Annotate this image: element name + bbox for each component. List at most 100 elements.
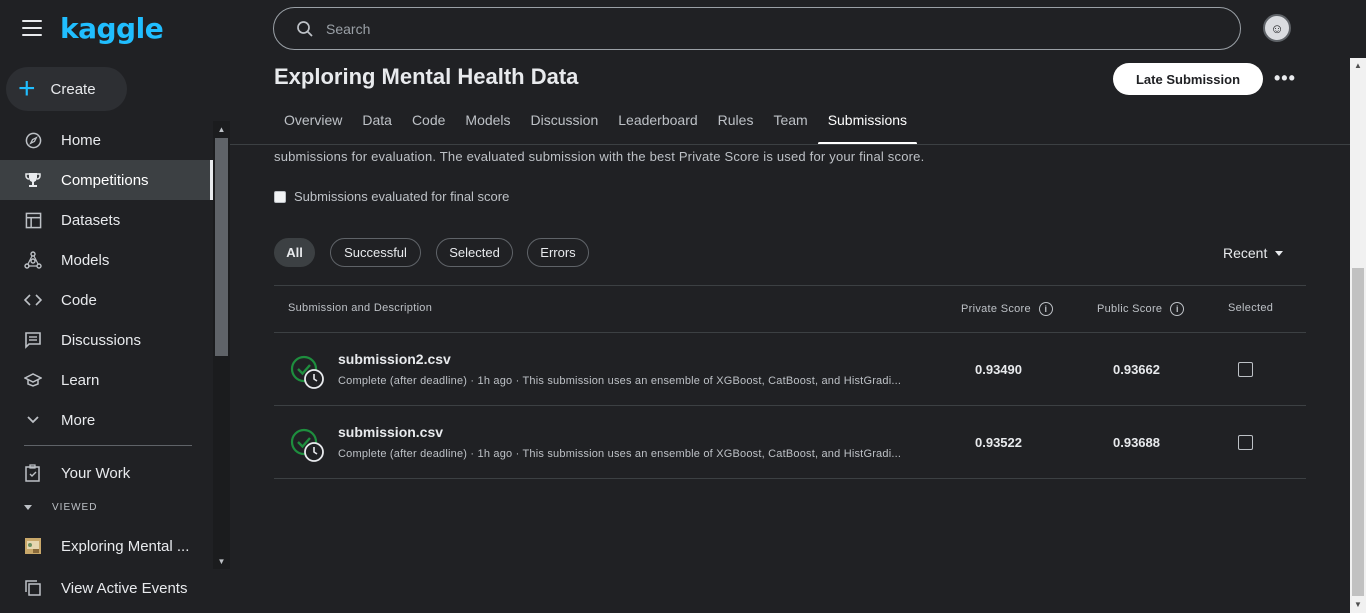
sidebar: kaggle + Create Home Competitions Datase… [0,0,230,613]
viewed-header[interactable]: VIEWED [24,502,97,513]
sidebar-item-label: Your Work [61,464,131,482]
sidebar-item-discussions[interactable]: Discussions [0,320,213,360]
more-options-icon[interactable]: ••• [1274,68,1296,89]
tab-overview[interactable]: Overview [274,112,352,143]
submissions-description: submissions for evaluation. The evaluate… [274,149,925,164]
competition-thumbnail-icon [24,537,42,555]
caret-down-icon [24,505,32,510]
tab-rules[interactable]: Rules [708,112,764,143]
filter-successful[interactable]: Successful [330,238,421,267]
discussion-icon [24,331,42,349]
scroll-down-icon[interactable]: ▼ [1350,597,1366,611]
page-scrollbar-thumb[interactable] [1352,268,1364,596]
filter-errors[interactable]: Errors [527,238,589,267]
tab-team[interactable]: Team [763,112,817,143]
sidebar-item-your-work[interactable]: Your Work [0,453,213,493]
avatar[interactable]: ☺ [1263,14,1291,42]
create-label: Create [50,80,96,98]
sidebar-item-label: More [61,411,96,429]
column-header-private-score: Private Score i [961,302,1053,316]
selected-checkbox[interactable] [1238,362,1253,377]
private-score: 0.93522 [975,435,1022,450]
tabs-divider [230,144,1350,145]
tab-submissions[interactable]: Submissions [817,112,918,145]
scroll-down-icon[interactable]: ▼ [213,554,230,569]
success-pending-icon [290,428,324,462]
models-icon [24,251,42,269]
sort-dropdown[interactable]: Recent [1223,245,1284,261]
sidebar-item-code[interactable]: Code [0,280,213,320]
info-icon[interactable]: i [1170,302,1185,316]
sort-label: Recent [1223,245,1268,261]
late-submission-button[interactable]: Late Submission [1113,63,1263,95]
sidebar-item-label: Code [61,291,97,309]
sidebar-item-datasets[interactable]: Datasets [0,200,213,240]
public-score: 0.93688 [1113,435,1160,450]
search-bar[interactable]: Search [273,7,1241,50]
caret-down-icon [1275,250,1284,256]
table-icon [24,211,42,229]
filter-all[interactable]: All [274,238,315,267]
submissions-table: Submission and Description Private Score… [274,285,1306,479]
tab-discussion[interactable]: Discussion [521,112,609,143]
sidebar-item-label: View Active Events [61,579,188,597]
sidebar-item-label: Home [61,131,102,149]
search-icon [297,20,313,37]
sidebar-nav: Home Competitions Datasets Models Code D… [0,120,213,440]
filter-selected[interactable]: Selected [436,238,513,267]
public-score: 0.93662 [1113,362,1160,377]
plus-icon: + [18,72,36,105]
final-score-label: Submissions evaluated for final score [294,189,510,204]
competition-tabs: Overview Data Code Models Discussion Lea… [274,112,918,145]
menu-icon[interactable] [22,20,42,36]
tab-data[interactable]: Data [352,112,402,143]
sidebar-item-label: Models [61,251,110,269]
column-header-selected: Selected [1228,302,1273,314]
sidebar-item-home[interactable]: Home [0,120,213,160]
submission-meta: Complete (after deadline) · 1h ago · Thi… [338,375,902,387]
column-header-submission: Submission and Description [288,302,432,314]
tab-code[interactable]: Code [402,112,455,143]
sidebar-item-learn[interactable]: Learn [0,360,213,400]
sidebar-item-label: Exploring Mental ... [61,537,190,555]
column-header-label: Selected [1228,302,1274,314]
final-score-filter[interactable]: Submissions evaluated for final score [274,189,509,204]
sidebar-item-more[interactable]: More [0,400,213,440]
table-row[interactable]: submission.csv Complete (after deadline)… [274,406,1306,479]
scroll-up-icon[interactable]: ▲ [213,122,230,137]
sidebar-item-competitions[interactable]: Competitions [0,160,213,200]
tab-models[interactable]: Models [455,112,520,143]
success-pending-icon [290,355,324,389]
filter-chips: All Successful Selected Errors [274,238,589,267]
chevron-down-icon [24,411,42,429]
sidebar-scrollbar-thumb[interactable] [215,138,228,356]
sidebar-item-viewed-competition[interactable]: Exploring Mental ... [0,527,213,565]
column-header-label: Private Score [961,303,1031,315]
sidebar-item-models[interactable]: Models [0,240,213,280]
create-button[interactable]: + Create [6,67,127,111]
selected-checkbox[interactable] [1238,435,1253,450]
sidebar-item-label: Learn [61,371,100,389]
scroll-up-icon[interactable]: ▲ [1350,58,1366,72]
table-row[interactable]: submission2.csv Complete (after deadline… [274,333,1306,406]
tab-leaderboard[interactable]: Leaderboard [608,112,707,143]
final-score-checkbox[interactable] [274,190,286,203]
viewed-header-label: VIEWED [52,502,98,513]
column-header-public-score: Public Score i [1097,302,1185,316]
sidebar-item-view-active-events[interactable]: View Active Events [0,568,213,608]
code-icon [24,291,42,309]
compass-icon [24,131,42,149]
column-header-label: Public Score [1097,303,1163,315]
submission-name[interactable]: submission2.csv [338,351,451,367]
sidebar-item-label: Competitions [61,171,149,189]
sidebar-divider [24,445,192,446]
search-input[interactable]: Search [326,21,370,37]
sidebar-item-label: Datasets [61,211,121,229]
kaggle-logo[interactable]: kaggle [60,12,164,45]
school-icon [24,371,42,389]
trophy-icon [24,171,42,189]
info-icon[interactable]: i [1038,302,1053,316]
table-header: Submission and Description Private Score… [274,285,1306,333]
sidebar-item-label: Discussions [61,331,142,349]
submission-name[interactable]: submission.csv [338,424,443,440]
